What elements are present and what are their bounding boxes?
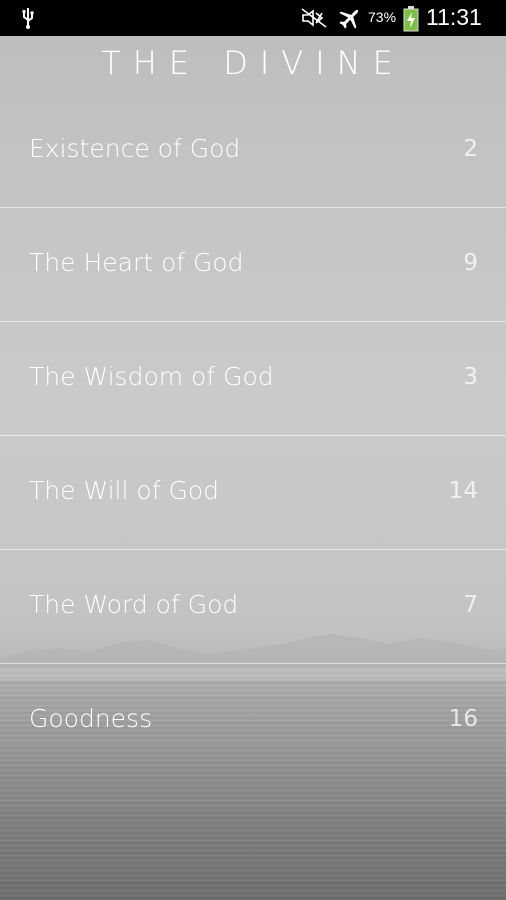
app-screen: 73% 11:31 THE DIVINE Existence of God 2 …	[0, 0, 506, 900]
list-item[interactable]: Existence of God 2	[0, 94, 506, 208]
chapter-count: 7	[463, 592, 478, 618]
chapter-title: Existence of God	[29, 134, 241, 163]
page-title: THE DIVINE	[101, 44, 405, 82]
chapter-count: 16	[448, 706, 478, 732]
battery-percent: 73%	[368, 9, 397, 25]
chapter-title: The Word of God	[29, 590, 239, 619]
chapter-title: Goodness	[29, 704, 153, 733]
airplane-mode-icon	[339, 9, 359, 29]
list-item[interactable]: Goodness 16	[0, 664, 506, 777]
chapter-count: 14	[448, 478, 478, 504]
list-item[interactable]: The Will of God 14	[0, 436, 506, 550]
usb-icon	[22, 8, 34, 29]
list-item[interactable]: The Heart of God 9	[0, 208, 506, 322]
chapter-title: The Will of God	[29, 476, 219, 505]
clock: 11:31	[426, 4, 482, 30]
battery-charging-icon	[403, 6, 419, 32]
chapter-list: Existence of God 2 The Heart of God 9 Th…	[0, 94, 506, 777]
status-bar: 73% 11:31	[0, 0, 506, 36]
chapter-title: The Wisdom of God	[29, 362, 274, 391]
mute-icon	[301, 8, 327, 28]
chapter-count: 9	[463, 250, 478, 276]
chapter-count: 2	[463, 136, 478, 162]
list-item[interactable]: The Wisdom of God 3	[0, 322, 506, 436]
chapter-title: The Heart of God	[29, 248, 244, 277]
list-item[interactable]: The Word of God 7	[0, 550, 506, 664]
chapter-count: 3	[463, 364, 478, 390]
